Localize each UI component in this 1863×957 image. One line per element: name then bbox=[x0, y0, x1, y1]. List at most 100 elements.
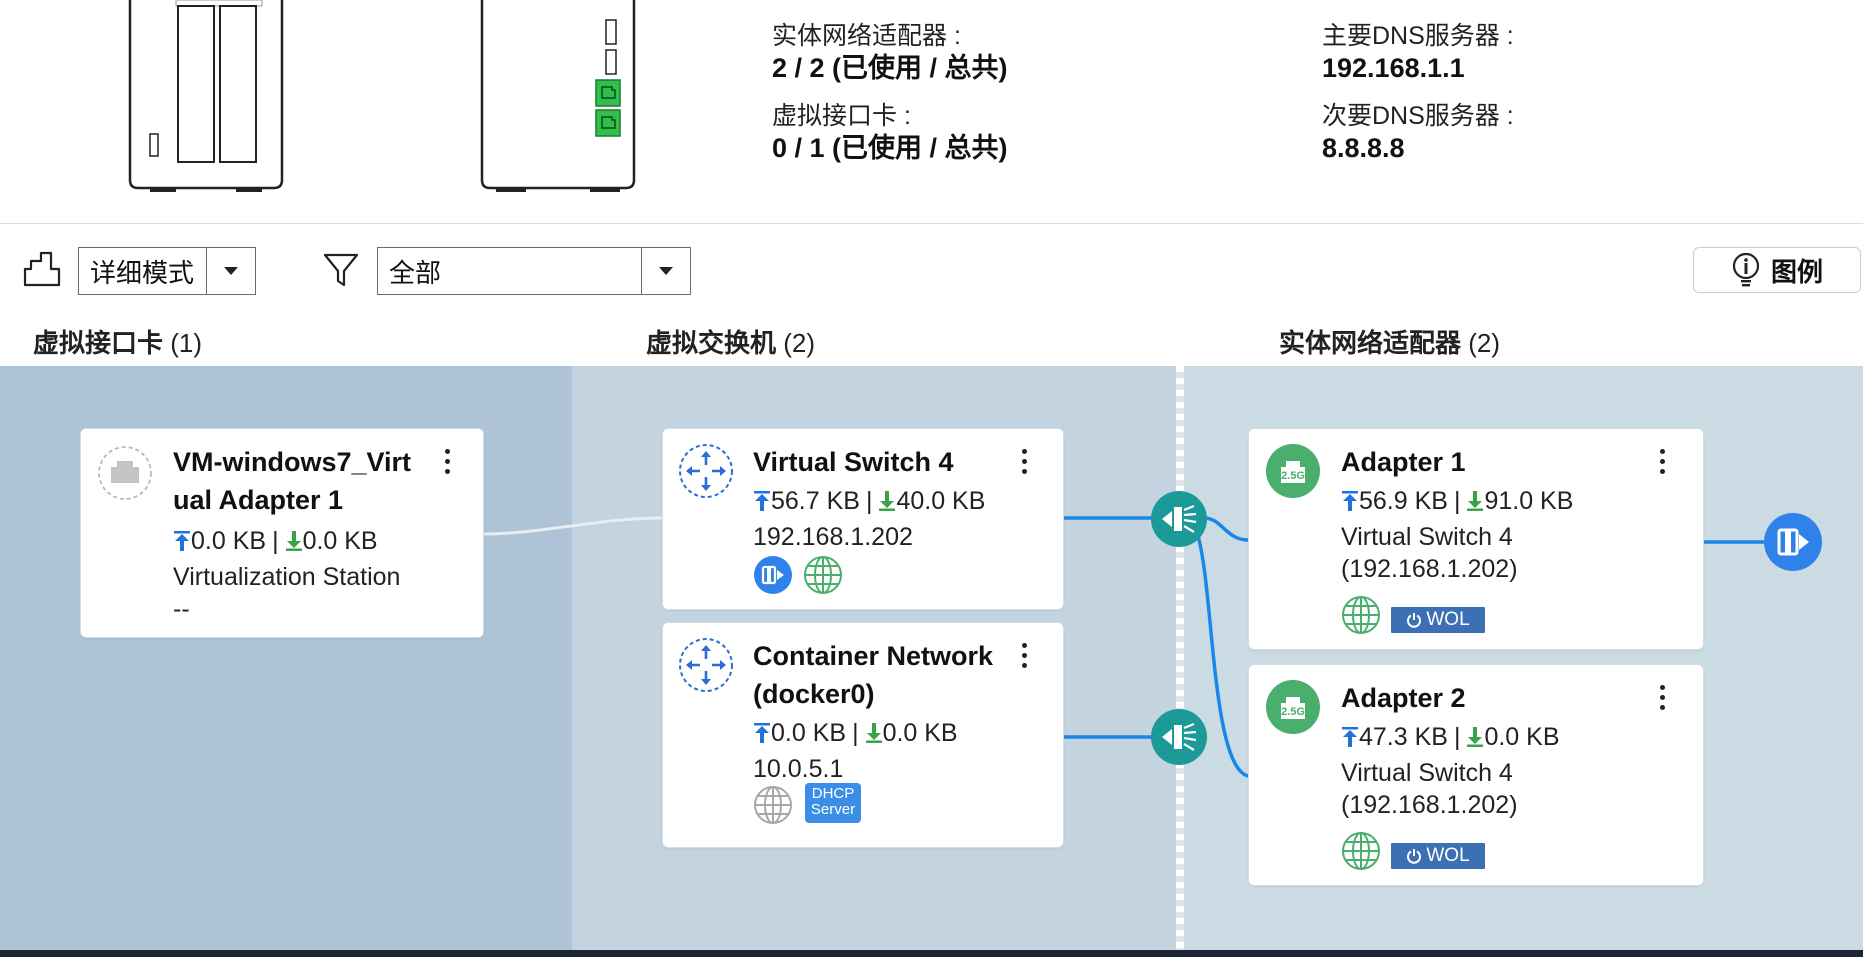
column-header-count: (2) bbox=[783, 328, 816, 358]
column-header-label: 虚拟接口卡 bbox=[33, 328, 164, 358]
upload-arrow-icon bbox=[754, 723, 770, 743]
upload-value: 56.9 KB bbox=[1359, 487, 1448, 515]
upload-arrow-icon bbox=[1342, 727, 1358, 747]
physical-adapter-card[interactable]: 2.5G Adapter 2 47.3 KB | 0.0 KB Virtual … bbox=[1248, 664, 1704, 886]
column-header-physical-adapters: 实体网络适配器 (2) bbox=[1279, 323, 1500, 360]
filter-icon[interactable] bbox=[322, 251, 360, 289]
column-header-virtual-nics: 虚拟接口卡 (1) bbox=[33, 323, 202, 360]
primary-dns-value: 192.168.1.1 bbox=[1322, 53, 1465, 83]
upload-arrow-icon bbox=[1342, 491, 1358, 511]
download-value: 0.0 KB bbox=[882, 719, 958, 747]
more-options-icon[interactable] bbox=[442, 449, 452, 477]
secondary-dns-label: 次要DNS服务器 : bbox=[1322, 102, 1514, 130]
adapter-summary: 实体网络适配器 : 2 / 2 (已使用 / 总共) 虚拟接口卡 : 0 / 1… bbox=[772, 21, 1008, 181]
network-port-icon bbox=[98, 446, 152, 500]
chevron-down-icon[interactable] bbox=[641, 248, 690, 294]
external-port-icon bbox=[754, 556, 792, 594]
column-header-label: 实体网络适配器 bbox=[1279, 328, 1462, 358]
vnic-detail: -- bbox=[173, 595, 190, 623]
bridge-node-icon[interactable] bbox=[1150, 490, 1208, 548]
dhcp-badge-line: DHCP bbox=[811, 785, 855, 802]
summary-panel: 实体网络适配器 : 2 / 2 (已使用 / 总共) 虚拟接口卡 : 0 / 1… bbox=[0, 0, 1863, 224]
download-value: 91.0 KB bbox=[1484, 487, 1574, 515]
wire-bridge1-to-adapter1 bbox=[1203, 516, 1249, 542]
download-value: 0.0 KB bbox=[302, 527, 378, 555]
vnic-app: Virtualization Station bbox=[173, 563, 401, 591]
download-arrow-icon bbox=[879, 491, 896, 511]
traffic-stats: 56.7 KB | 40.0 KB bbox=[753, 485, 985, 517]
traffic-stats: 47.3 KB | 0.0 KB bbox=[1341, 721, 1560, 753]
virtual-switch-card[interactable]: Virtual Switch 4 56.7 KB | 40.0 KB 192.1… bbox=[662, 428, 1064, 610]
globe-icon bbox=[1342, 832, 1380, 870]
traffic-separator: | bbox=[1453, 487, 1461, 515]
view-mode-select[interactable]: 详细模式 bbox=[78, 247, 256, 295]
bottom-bar bbox=[0, 950, 1863, 957]
legend-button[interactable]: 图例 bbox=[1693, 247, 1861, 293]
download-arrow-icon bbox=[865, 723, 882, 743]
virtual-switch-icon bbox=[679, 638, 733, 692]
wol-label: WOL bbox=[1426, 609, 1470, 630]
traffic-stats: 0.0 KB | 0.0 KB bbox=[173, 525, 378, 557]
speed-badge-text: 2.5G bbox=[1281, 470, 1305, 482]
topology-icon[interactable] bbox=[22, 251, 62, 287]
more-options-icon[interactable] bbox=[1657, 449, 1667, 477]
nas-front-illustration bbox=[128, 0, 284, 192]
more-options-icon[interactable] bbox=[1019, 643, 1029, 671]
toolbar: 详细模式 全部 图例 bbox=[0, 225, 1863, 305]
bridge-node-icon[interactable] bbox=[1150, 708, 1208, 766]
traffic-separator: | bbox=[272, 527, 279, 555]
adapter-title: Adapter 1 bbox=[1341, 447, 1466, 477]
ethernet-2-5g-icon: 2.5G bbox=[1266, 444, 1320, 498]
traffic-separator: | bbox=[852, 719, 859, 747]
wol-label: WOL bbox=[1426, 845, 1470, 866]
adapter-title: Adapter 2 bbox=[1341, 683, 1466, 713]
column-header-virtual-switches: 虚拟交换机 (2) bbox=[646, 323, 815, 360]
vnic-card[interactable]: VM-windows7_Virt ual Adapter 1 0.0 KB | … bbox=[80, 428, 484, 638]
physical-adapter-card[interactable]: 2.5G Adapter 1 56.9 KB | 91.0 KB Virtual… bbox=[1248, 428, 1704, 650]
secondary-dns-value: 8.8.8.8 bbox=[1322, 133, 1405, 163]
power-icon bbox=[1407, 849, 1422, 864]
virtual-switch-card[interactable]: Container Network (docker0) 0.0 KB | 0.0… bbox=[662, 622, 1064, 848]
vnic-title-line: ual Adapter 1 bbox=[173, 485, 344, 515]
external-port-icon[interactable] bbox=[1763, 512, 1823, 572]
speed-badge-text: 2.5G bbox=[1281, 706, 1305, 718]
traffic-stats: 0.0 KB | 0.0 KB bbox=[753, 717, 958, 749]
upload-value: 0.0 KB bbox=[771, 719, 847, 747]
switch-title-line: Container Network bbox=[753, 641, 994, 671]
vnic-title: VM-windows7_Virt ual Adapter 1 bbox=[173, 443, 411, 519]
upload-arrow-icon bbox=[174, 531, 190, 551]
chevron-down-icon[interactable] bbox=[206, 248, 255, 294]
physical-adapters-label: 实体网络适配器 : bbox=[772, 22, 961, 50]
switch-title: Virtual Switch 4 bbox=[753, 447, 954, 477]
view-mode-value: 详细模式 bbox=[90, 257, 195, 288]
globe-icon bbox=[804, 556, 842, 594]
dhcp-server-badge: DHCP Server bbox=[805, 783, 861, 823]
more-options-icon[interactable] bbox=[1019, 449, 1029, 477]
vnic-title-line: VM-windows7_Virt bbox=[173, 447, 412, 477]
dhcp-badge-line: Server bbox=[810, 801, 856, 818]
virtual-nics-value: 0 / 1 (已使用 / 总共) bbox=[772, 133, 1008, 163]
dns-summary: 主要DNS服务器 : 192.168.1.1 次要DNS服务器 : 8.8.8.… bbox=[1322, 21, 1514, 181]
lightbulb-info-icon bbox=[1732, 252, 1760, 287]
download-value: 40.0 KB bbox=[896, 487, 986, 515]
traffic-separator: | bbox=[1453, 723, 1461, 751]
physical-adapters-value: 2 / 2 (已使用 / 总共) bbox=[772, 53, 1008, 83]
legend-label: 图例 bbox=[1770, 256, 1823, 287]
switch-ip: 192.168.1.202 bbox=[753, 523, 913, 551]
filter-select[interactable]: 全部 bbox=[377, 247, 691, 295]
adapter-switch-ip: (192.168.1.202) bbox=[1341, 555, 1518, 583]
filter-value: 全部 bbox=[389, 257, 442, 288]
wol-badge: WOL bbox=[1391, 607, 1485, 633]
virtual-switch-icon bbox=[679, 444, 733, 498]
more-options-icon[interactable] bbox=[1657, 685, 1667, 713]
globe-icon bbox=[1342, 596, 1380, 634]
upload-value: 56.7 KB bbox=[771, 487, 860, 515]
switch-title: Container Network (docker0) bbox=[753, 637, 993, 713]
network-topology-diagram: VM-windows7_Virt ual Adapter 1 0.0 KB | … bbox=[0, 366, 1863, 950]
switch-ip: 10.0.5.1 bbox=[753, 755, 844, 783]
download-arrow-icon bbox=[285, 531, 302, 551]
column-header-label: 虚拟交换机 bbox=[646, 328, 777, 358]
virtual-nics-label: 虚拟接口卡 : bbox=[772, 102, 911, 130]
download-value: 0.0 KB bbox=[1484, 723, 1560, 751]
traffic-separator: | bbox=[865, 487, 873, 515]
